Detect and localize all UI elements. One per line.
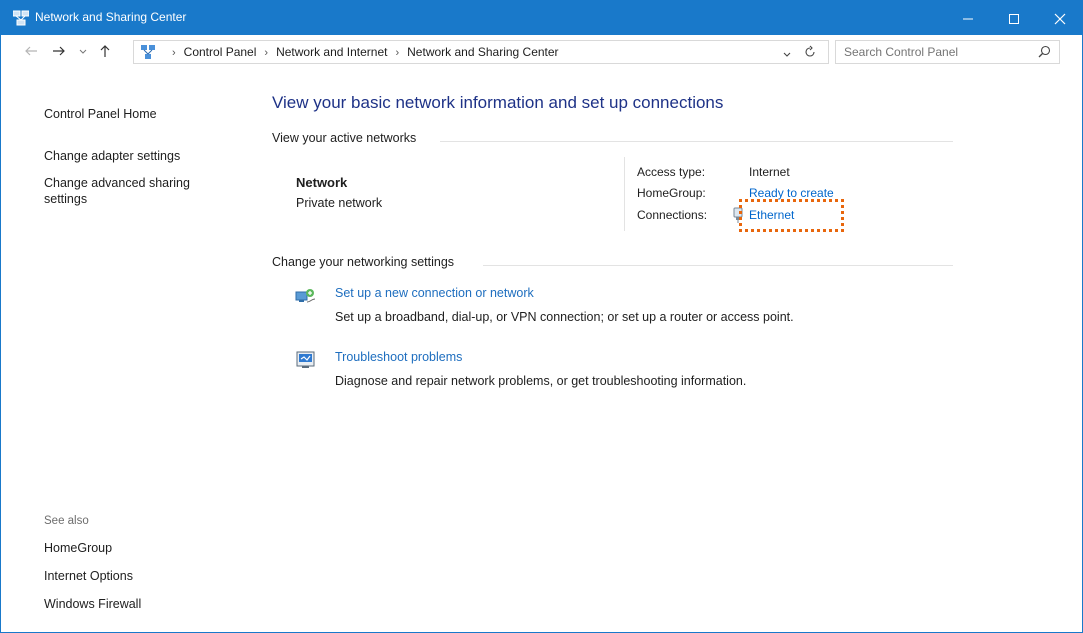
windows-firewall-link[interactable]: Windows Firewall <box>44 597 141 611</box>
close-icon <box>1054 13 1066 25</box>
search-input[interactable] <box>844 44 1024 60</box>
address-row: › Control Panel › Network and Internet › Netw… <box>1 35 1082 67</box>
breadcrumb-separator-icon: › <box>172 47 176 59</box>
setup-connection-link[interactable]: Set up a new connection or network <box>335 286 534 300</box>
minimize-icon <box>963 18 973 20</box>
setup-connection-description: Set up a broadband, dial-up, or VPN conn… <box>335 310 794 324</box>
forward-button[interactable] <box>51 43 67 59</box>
main-content: View your basic network information and … <box>251 67 1081 632</box>
page-title: View your basic network information and … <box>272 93 724 112</box>
title-bar[interactable]: Network and Sharing Center <box>1 1 1082 35</box>
see-also-heading: See also <box>44 515 89 527</box>
forward-arrow-icon <box>53 46 65 56</box>
vertical-divider <box>624 157 625 231</box>
back-button[interactable] <box>23 43 39 59</box>
refresh-icon <box>805 45 815 57</box>
change-settings-heading: Change your networking settings <box>272 255 455 269</box>
troubleshoot-description: Diagnose and repair network problems, or… <box>335 374 747 388</box>
address-bar[interactable]: › Control Panel › Network and Internet › Netw… <box>133 40 829 64</box>
breadcrumb-control-panel[interactable]: Control Panel <box>184 45 257 59</box>
network-sharing-window: Network and Sharing Center › Control Pan… <box>0 0 1083 633</box>
window-title: Network and Sharing Center <box>35 10 187 24</box>
maximize-icon <box>1009 14 1019 24</box>
section-divider <box>483 265 953 266</box>
left-navigation-pane: Control Panel Home Change adapter settin… <box>1 67 251 632</box>
up-button[interactable] <box>97 43 113 59</box>
maximize-button[interactable] <box>991 1 1037 35</box>
chevron-down-icon <box>783 52 791 57</box>
internet-options-link[interactable]: Internet Options <box>44 569 133 583</box>
ethernet-highlight-box <box>739 199 844 232</box>
control-panel-home-link[interactable]: Control Panel Home <box>44 107 157 121</box>
homegroup-link[interactable]: HomeGroup <box>44 541 112 555</box>
breadcrumb-network-sharing-center[interactable]: Network and Sharing Center <box>407 45 558 59</box>
section-divider <box>440 141 953 142</box>
recent-locations-button[interactable] <box>77 43 93 59</box>
troubleshoot-problems-link[interactable]: Troubleshoot problems <box>335 350 462 364</box>
control-panel-icon <box>140 44 156 60</box>
access-type-value: Internet <box>749 165 790 179</box>
network-center-icon <box>12 10 30 26</box>
homegroup-ready-link[interactable]: Ready to create <box>749 186 834 200</box>
address-dropdown-button[interactable] <box>782 47 792 65</box>
change-adapter-settings-link[interactable]: Change adapter settings <box>44 149 180 163</box>
network-setup-icon <box>295 285 317 307</box>
homegroup-label: HomeGroup: <box>637 186 706 200</box>
minimize-button[interactable] <box>945 1 991 35</box>
breadcrumb: › Control Panel › Network and Internet › Netw… <box>164 45 559 59</box>
back-arrow-icon <box>25 46 37 56</box>
connections-label: Connections: <box>637 208 708 222</box>
refresh-button[interactable] <box>803 45 817 64</box>
search-icon[interactable] <box>1038 45 1051 63</box>
breadcrumb-separator-icon: › <box>264 47 269 59</box>
breadcrumb-separator-icon: › <box>395 47 400 59</box>
close-button[interactable] <box>1037 1 1082 35</box>
troubleshoot-icon <box>295 349 317 371</box>
active-networks-heading: View your active networks <box>272 131 417 145</box>
network-type: Private network <box>296 196 383 210</box>
up-arrow-icon <box>100 45 110 57</box>
chevron-down-icon <box>79 49 87 54</box>
search-box[interactable] <box>835 40 1060 64</box>
breadcrumb-network-internet[interactable]: Network and Internet <box>276 45 387 59</box>
network-name: Network <box>296 175 348 190</box>
change-advanced-sharing-link[interactable]: Change advanced sharing settings <box>44 175 224 207</box>
access-type-label: Access type: <box>637 165 706 179</box>
